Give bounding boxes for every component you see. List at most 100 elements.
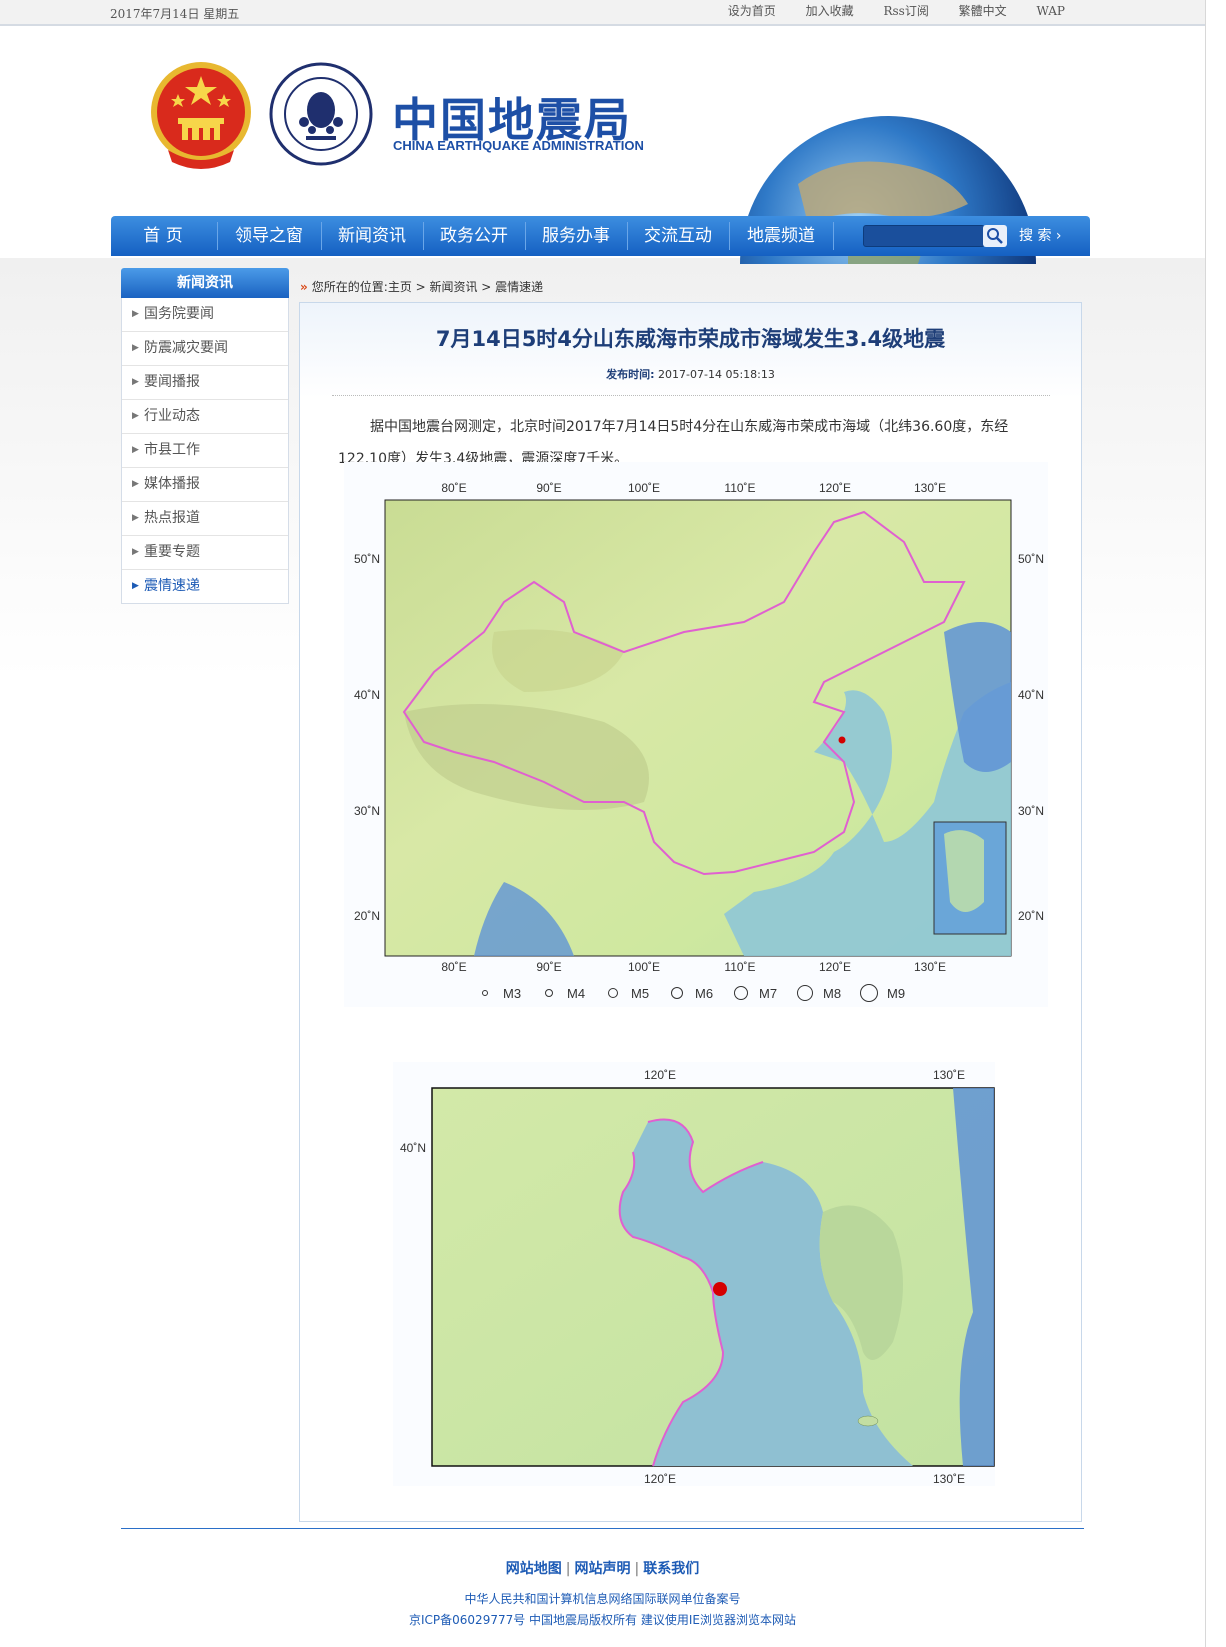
breadcrumb-prefix: 您所在的位置:: [311, 280, 388, 294]
nav-separator: [525, 222, 526, 250]
lon-tick-label: 120˚E: [644, 1068, 676, 1082]
sidebar-item-earthquake-express[interactable]: ▶ 震情速递: [122, 570, 288, 603]
legend-label: M7: [759, 986, 777, 1001]
contact-us-link[interactable]: 联系我们: [643, 1561, 699, 1577]
sidebar-item-industry-news[interactable]: ▶ 行业动态: [122, 400, 288, 434]
site-statement-link[interactable]: 网站声明: [575, 1561, 631, 1577]
lon-tick-label: 110˚E: [724, 960, 755, 974]
lat-tick-label: 40˚N: [354, 688, 380, 702]
sidebar-item-state-council-news[interactable]: ▶ 国务院要闻: [122, 298, 288, 332]
lon-tick-label: 100˚E: [628, 481, 660, 495]
epicenter-marker: [713, 1282, 727, 1296]
cea-seal-logo: [269, 62, 373, 166]
chevron-right-icon: ▶: [132, 513, 139, 523]
sidebar-item-label: 热点报道: [144, 510, 200, 526]
sidebar-item-label: 媒体播报: [144, 476, 200, 492]
nav-news[interactable]: 新闻资讯: [323, 216, 421, 256]
breadcrumb-path[interactable]: 主页 > 新闻资讯 > 震情速递: [388, 280, 543, 294]
chevron-right-icon: ▶: [132, 411, 139, 421]
lon-tick-label: 80˚E: [441, 481, 466, 495]
lon-tick-label: 90˚E: [536, 960, 561, 974]
sitemap-link[interactable]: 网站地图: [506, 1561, 562, 1577]
publish-time: 发布时间: 2017-07-14 05:18:13: [300, 366, 1081, 382]
lat-tick-label: 20˚N: [1018, 909, 1044, 923]
lat-tick-label: 50˚N: [354, 552, 380, 566]
footer-links: 网站地图 | 网站声明 | 联系我们: [0, 1558, 1205, 1578]
wap-link[interactable]: WAP: [1037, 4, 1065, 18]
footer-divider: [121, 1528, 1084, 1529]
lon-tick-label: 130˚E: [914, 960, 946, 974]
lat-tick-label: 20˚N: [354, 909, 380, 923]
nav-services[interactable]: 服务办事: [527, 216, 625, 256]
nav-separator: [627, 222, 628, 250]
sidebar-item-special-topics[interactable]: ▶ 重要专题: [122, 536, 288, 570]
chevron-right-icon: ▶: [132, 377, 139, 387]
lon-tick-label: 120˚E: [644, 1472, 676, 1486]
site-subtitle: CHINA EARTHQUAKE ADMINISTRATION: [393, 138, 644, 153]
traditional-chinese-link[interactable]: 繁體中文: [959, 2, 1007, 19]
footer-registration[interactable]: 中华人民共和国计算机信息网络国际联网单位备案号: [0, 1590, 1205, 1607]
main-nav: 首 页 领导之窗 新闻资讯 政务公开 服务办事 交流互动 地震频道 搜 索 ›: [111, 216, 1090, 256]
legend-label: M6: [695, 986, 713, 1001]
lon-tick-label: 130˚E: [914, 481, 946, 495]
lon-tick-label: 100˚E: [628, 960, 660, 974]
publish-time-value: 2017-07-14 05:18:13: [658, 368, 775, 381]
search-label[interactable]: 搜 索 ›: [1019, 216, 1062, 256]
search-button[interactable]: [983, 225, 1007, 247]
add-favorite-link[interactable]: 加入收藏: [806, 2, 854, 19]
sidebar-title: 新闻资讯: [121, 268, 289, 298]
lat-tick-label: 30˚N: [354, 804, 380, 818]
nav-separator: [833, 222, 834, 250]
current-date: 2017年7月14日 星期五: [110, 7, 240, 21]
nav-leadership[interactable]: 领导之窗: [219, 216, 319, 256]
sidebar-item-label: 行业动态: [144, 408, 200, 424]
chevron-right-icon: ▶: [132, 479, 139, 489]
legend-label: M4: [567, 986, 585, 1001]
legend-label: M8: [823, 986, 841, 1001]
map1-frame: [384, 499, 1012, 957]
nav-home[interactable]: 首 页: [111, 216, 215, 256]
sidebar-item-label: 防震减灾要闻: [144, 340, 228, 356]
nav-separator: [423, 222, 424, 250]
sidebar-item-media-broadcast[interactable]: ▶ 媒体播报: [122, 468, 288, 502]
sidebar-item-disaster-reduction-news[interactable]: ▶ 防震减灾要闻: [122, 332, 288, 366]
lon-tick-label: 130˚E: [933, 1068, 965, 1082]
nav-earthquake-channel[interactable]: 地震频道: [731, 216, 831, 256]
lon-tick-label: 90˚E: [536, 481, 561, 495]
search-icon: [987, 228, 1003, 244]
lon-tick-label: 120˚E: [819, 960, 851, 974]
search-input[interactable]: [863, 225, 985, 247]
national-emblem-logo: [151, 62, 251, 169]
legend-label: M5: [631, 986, 649, 1001]
top-links: 设为首页 加入收藏 Rss订阅 繁體中文 WAP: [702, 2, 1065, 19]
set-homepage-link[interactable]: 设为首页: [728, 2, 776, 19]
sidebar-item-label: 国务院要闻: [144, 306, 214, 322]
sidebar-item-label: 市县工作: [144, 442, 200, 458]
breadcrumb-marker-icon: »: [300, 280, 308, 294]
chevron-right-icon: ▶: [132, 445, 139, 455]
page-scroll-edge: [1205, 0, 1206, 1647]
sidebar-item-hot-reports[interactable]: ▶ 热点报道: [122, 502, 288, 536]
sidebar-item-label: 要闻播报: [144, 374, 200, 390]
footer-separator: |: [634, 1561, 640, 1577]
lon-tick-label: 80˚E: [441, 960, 466, 974]
nav-interaction[interactable]: 交流互动: [629, 216, 727, 256]
nav-separator: [729, 222, 730, 250]
lon-tick-label: 120˚E: [819, 481, 851, 495]
chevron-right-icon: ▶: [132, 343, 139, 353]
sidebar-item-news-broadcast[interactable]: ▶ 要闻播报: [122, 366, 288, 400]
sidebar: 新闻资讯 ▶ 国务院要闻 ▶ 防震减灾要闻 ▶ 要闻播报 ▶ 行业动态 ▶ 市县工作 ▶ 媒…: [121, 268, 289, 604]
footer-copyright: 京ICP备06029777号 中国地震局版权所有 建议使用IE浏览器浏览本网站: [409, 1613, 796, 1627]
detail-epicenter-map: 120˚E 130˚E 120˚E 130˚E 40˚N: [393, 1062, 995, 1486]
chevron-right-icon: ▶: [132, 309, 139, 319]
footer-separator: |: [565, 1561, 571, 1577]
rss-link[interactable]: Rss订阅: [883, 2, 928, 19]
legend-label: M9: [887, 986, 905, 1001]
nav-government-affairs[interactable]: 政务公开: [425, 216, 523, 256]
lon-tick-label: 110˚E: [724, 481, 755, 495]
sidebar-item-county-work[interactable]: ▶ 市县工作: [122, 434, 288, 468]
article-title: 7月14日5时4分山东威海市荣成市海域发生3.4级地震: [435, 327, 946, 351]
sidebar-item-label: 重要专题: [144, 544, 200, 560]
chevron-right-icon: ▶: [132, 581, 139, 591]
lat-tick-label: 40˚N: [1018, 688, 1044, 702]
